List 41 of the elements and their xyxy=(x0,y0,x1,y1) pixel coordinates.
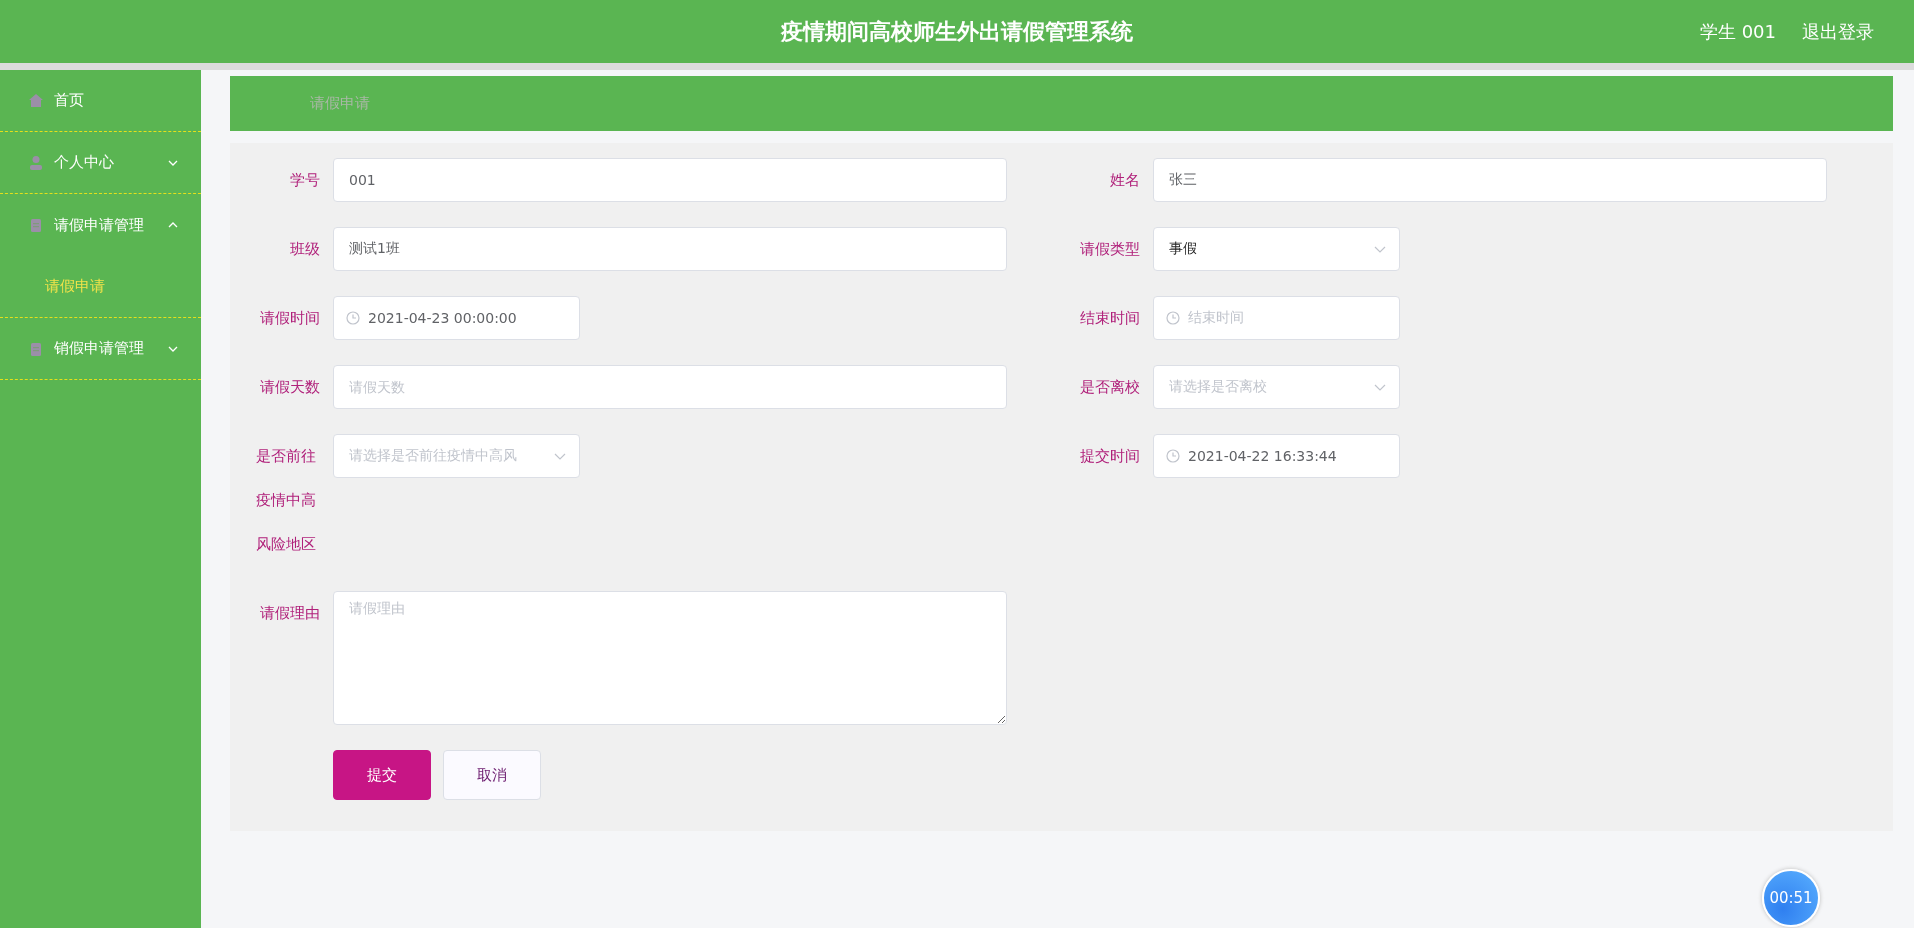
text-field[interactable]: 001 xyxy=(333,158,1007,202)
select-field[interactable]: 事假 xyxy=(1153,227,1400,271)
breadcrumb: 请假申请 xyxy=(310,94,370,113)
person-icon xyxy=(28,154,44,171)
field-label: 姓名 xyxy=(1109,170,1141,191)
app-title: 疫情期间高校师生外出请假管理系统 xyxy=(781,17,1133,46)
sidebar-item[interactable]: 首页 xyxy=(0,70,201,132)
clipboard-icon xyxy=(28,217,44,233)
text-field[interactable]: 请假天数 xyxy=(333,365,1007,409)
field-label: 请假理由 xyxy=(259,603,321,624)
sidebar-item[interactable]: 个人中心 xyxy=(0,132,201,194)
select-field[interactable]: 请选择是否离校 xyxy=(1153,365,1400,409)
timer-badge[interactable]: 00:51 xyxy=(1762,869,1820,927)
field-label: 请假类型 xyxy=(1079,239,1141,260)
clock-icon xyxy=(346,311,360,325)
sidebar-item[interactable]: 请假申请管理 xyxy=(0,194,201,256)
field-label: 结束时间 xyxy=(1079,308,1141,329)
clock-icon xyxy=(1166,449,1180,463)
field-label: 是否离校 xyxy=(1079,377,1141,398)
field-label: 学号 xyxy=(289,170,321,191)
sidebar-subitem[interactable]: 请假申请 xyxy=(0,256,201,318)
clock-icon xyxy=(1166,311,1180,325)
text-field[interactable]: 测试1班 xyxy=(333,227,1007,271)
field-label: 是否前往疫情中高风险地区 xyxy=(255,446,317,555)
logout-link[interactable]: 退出登录 xyxy=(1802,19,1874,44)
cancel-button[interactable]: 取消 xyxy=(443,750,541,800)
text-field[interactable]: 张三 xyxy=(1153,158,1827,202)
date-field[interactable]: 2021-04-22 16:33:44 xyxy=(1153,434,1400,478)
sidebar-item[interactable]: 销假申请管理 xyxy=(0,318,201,380)
date-field[interactable]: 2021-04-23 00:00:00 xyxy=(333,296,580,340)
submit-button[interactable]: 提交 xyxy=(333,750,431,800)
field-label: 提交时间 xyxy=(1079,446,1141,467)
date-field[interactable]: 结束时间 xyxy=(1153,296,1400,340)
field-label: 请假天数 xyxy=(259,377,321,398)
user-name: 学生 001 xyxy=(1699,19,1776,44)
select-field[interactable]: 请选择是否前往疫情中高风 xyxy=(333,434,580,478)
field-label: 请假时间 xyxy=(259,308,321,329)
home-icon xyxy=(28,92,44,109)
textarea-field[interactable]: 请假理由 xyxy=(333,591,1007,725)
clipboard-icon xyxy=(28,340,44,357)
field-label: 班级 xyxy=(289,239,321,260)
